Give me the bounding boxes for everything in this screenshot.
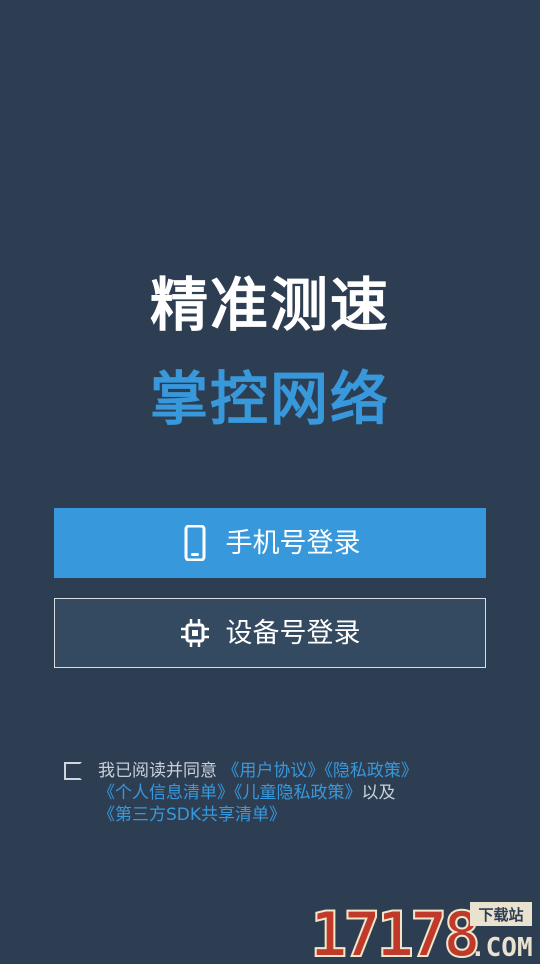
third-party-sdk-list-link[interactable]: 《第三方SDK共享清单》	[98, 805, 286, 825]
watermark-domain: .COM	[470, 933, 533, 960]
agreement-checkbox[interactable]	[64, 762, 82, 780]
headline-secondary: 掌控网络	[149, 365, 390, 433]
chip-icon	[180, 615, 210, 651]
agreement-text: 我已阅读并同意 《用户协议》《隐私政策》 《个人信息清单》《儿童隐私政策》以及 …	[64, 760, 504, 826]
device-login-label: 设备号登录	[225, 617, 361, 649]
phone-icon	[180, 525, 210, 561]
privacy-policy-link[interactable]: 《隐私政策》	[324, 761, 418, 781]
agreement-prefix: 我已阅读并同意	[98, 761, 217, 781]
agreement-section: 我已阅读并同意 《用户协议》《隐私政策》 《个人信息清单》《儿童隐私政策》以及 …	[64, 760, 504, 826]
personal-info-list-link[interactable]: 《个人信息清单》	[98, 783, 234, 803]
device-login-button[interactable]: 设备号登录	[54, 598, 486, 668]
phone-login-label: 手机号登录	[225, 527, 361, 559]
agreement-and: 以及	[361, 783, 396, 803]
watermark-tag: 下载站	[478, 906, 523, 924]
phone-login-button[interactable]: 手机号登录	[54, 508, 486, 578]
watermark-number: 17178	[310, 898, 477, 960]
child-privacy-policy-link[interactable]: 《儿童隐私政策》	[234, 783, 362, 803]
headline-primary: 精准测速	[149, 271, 390, 339]
site-watermark-logo: 17178 下载站 .COM	[309, 897, 534, 964]
user-agreement-link[interactable]: 《用户协议》	[222, 761, 324, 781]
